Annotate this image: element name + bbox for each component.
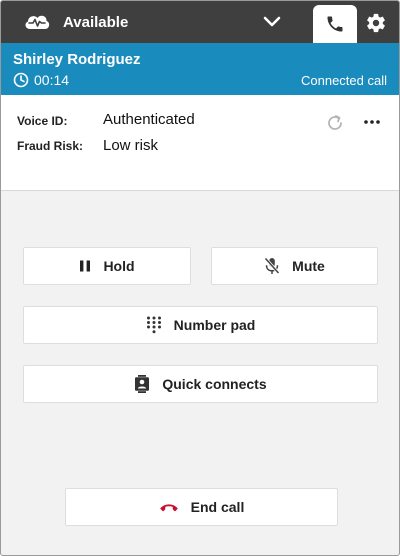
- clock-icon: [13, 72, 29, 88]
- hang-up-icon: [159, 504, 178, 512]
- end-call-button[interactable]: End call: [65, 488, 338, 526]
- agent-status-dropdown[interactable]: Available: [1, 1, 305, 43]
- refresh-icon[interactable]: [325, 113, 345, 133]
- hold-label: Hold: [103, 258, 135, 274]
- dialpad-icon: [146, 316, 161, 334]
- chevron-down-icon: [263, 16, 281, 27]
- top-bar: Available: [1, 1, 399, 43]
- more-options-icon[interactable]: [363, 115, 381, 129]
- ccp-panel: Available Shirley Rodriguez 00:14 Connec…: [0, 0, 400, 556]
- fraud-risk-value: Low risk: [103, 137, 159, 154]
- voice-id-label: Voice ID:: [17, 114, 68, 128]
- microphone-off-icon: [264, 257, 280, 275]
- contact-name: Shirley Rodriguez: [13, 51, 141, 68]
- call-timer: 00:14: [34, 72, 70, 88]
- hold-button[interactable]: Hold: [23, 247, 191, 285]
- fraud-risk-label: Fraud Risk:: [17, 139, 84, 153]
- voice-id-value: Authenticated: [103, 111, 195, 128]
- contact-banner: Shirley Rodriguez 00:14 Connected call: [1, 43, 399, 95]
- mute-label: Mute: [292, 258, 325, 274]
- phone-icon: [327, 16, 343, 32]
- mute-button[interactable]: Mute: [211, 247, 378, 285]
- end-call-label: End call: [190, 499, 245, 515]
- agent-status-label: Available: [63, 14, 129, 31]
- status-cloud-icon: [25, 15, 50, 29]
- quick-connects-label: Quick connects: [162, 376, 267, 392]
- connection-status: Connected call: [301, 73, 387, 88]
- contact-book-icon: [135, 375, 150, 393]
- contact-details: Voice ID: Authenticated Fraud Risk: Low …: [1, 95, 399, 191]
- number-pad-button[interactable]: Number pad: [23, 306, 378, 344]
- pause-icon: [80, 260, 91, 272]
- number-pad-label: Number pad: [173, 317, 256, 333]
- gear-icon[interactable]: [365, 12, 387, 34]
- tab-phone[interactable]: [313, 5, 357, 43]
- quick-connects-button[interactable]: Quick connects: [23, 365, 378, 403]
